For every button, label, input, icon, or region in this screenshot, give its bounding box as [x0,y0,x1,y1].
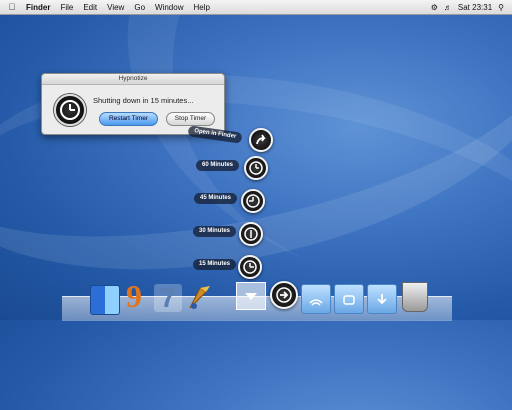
stack-label-30-minutes[interactable]: 30 Minutes [193,226,237,237]
menu-view[interactable]: View [107,3,124,12]
spotlight-icon[interactable]: ⚲ [498,3,504,12]
menu-bar:  Finder File Edit View Go Window Help ⚙… [0,0,512,15]
apple-menu-icon[interactable]:  [6,1,18,13]
menu-window[interactable]: Window [155,3,183,12]
menu-app-name[interactable]: Finder [26,3,50,12]
menu-file[interactable]: File [60,3,73,12]
stop-timer-button[interactable]: Stop Timer [166,112,215,126]
clock-icon[interactable] [238,255,262,279]
stack-label-45-minutes[interactable]: 45 Minutes [194,193,238,204]
clock-icon[interactable] [244,156,268,180]
seven-icon[interactable]: 7 [154,284,182,312]
menu-help[interactable]: Help [193,3,209,12]
dialog-message: Shutting down in 15 minutes... [93,96,194,105]
downloads-arrow-icon[interactable] [236,282,266,310]
apps-folder-icon[interactable] [334,284,364,314]
volume-icon[interactable]: ♬ [444,3,452,12]
dialog-title: Hypnotize [42,74,224,85]
finder-icon[interactable] [90,285,120,315]
restart-timer-button[interactable]: Restart Timer [99,112,158,126]
trash-icon[interactable] [402,282,428,312]
arrow-right-icon[interactable] [270,281,298,309]
wifi-folder-icon[interactable] [301,284,331,314]
clock-icon [54,94,86,126]
menu-edit[interactable]: Edit [83,3,97,12]
stack-label-60-minutes[interactable]: 60 Minutes [196,160,240,171]
clock-icon[interactable] [241,189,265,213]
nine-icon[interactable]: 9 [120,280,148,312]
menu-go[interactable]: Go [134,3,145,12]
downloads-folder-icon[interactable] [367,284,397,314]
menu-clock[interactable]: Sat 23:31 [458,3,492,12]
rocket-icon[interactable] [186,282,214,310]
arrow-curve-icon[interactable] [249,128,273,152]
script-menu-icon[interactable]: ⚙ [431,3,438,12]
stack-label-15-minutes[interactable]: 15 Minutes [193,259,237,270]
clock-icon[interactable] [239,222,263,246]
